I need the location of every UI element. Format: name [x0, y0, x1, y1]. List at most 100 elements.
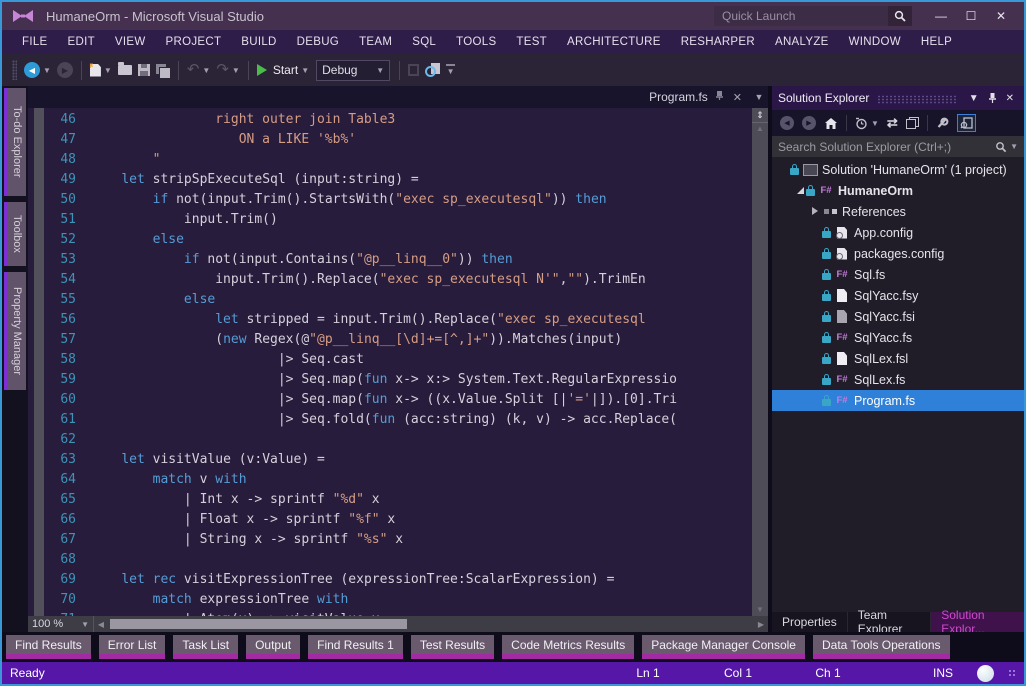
code-line-54[interactable]: 54 input.Trim().Replace("exec sp_execute…: [28, 270, 752, 290]
code-line-47[interactable]: 47 ON a LIKE '%b%': [28, 130, 752, 150]
scroll-left-icon[interactable]: ◀: [94, 620, 108, 629]
menu-project[interactable]: PROJECT: [156, 36, 232, 48]
tool-tab-to-do-explorer[interactable]: To-do Explorer: [4, 88, 26, 196]
solution-explorer-search-input[interactable]: Search Solution Explorer (Ctrl+;) ▼: [772, 136, 1024, 157]
tab-list-dropdown[interactable]: ▼: [750, 86, 768, 108]
code-line-62[interactable]: 62: [28, 430, 752, 450]
tool-tab-toolbox[interactable]: Toolbox: [4, 202, 26, 266]
vertical-scrollbar[interactable]: ⇕ ▲ ▼: [752, 108, 768, 616]
save-button[interactable]: [137, 64, 150, 76]
tree-item-references[interactable]: References: [772, 201, 1024, 222]
panel-drag-grip[interactable]: [877, 94, 957, 104]
feedback-icon[interactable]: [977, 664, 994, 682]
se-back-button[interactable]: ◀: [780, 116, 794, 130]
menu-sql[interactable]: SQL: [402, 36, 446, 48]
menu-resharper[interactable]: RESHARPER: [671, 36, 765, 48]
scroll-down-icon[interactable]: ▼: [756, 604, 764, 616]
new-file-button[interactable]: ✱ ▼: [89, 63, 112, 77]
menu-help[interactable]: HELP: [911, 36, 962, 48]
tree-item-program-fs[interactable]: Program.fs: [772, 390, 1024, 411]
panel-tab-find-results-1[interactable]: Find Results 1: [308, 635, 403, 659]
code-line-58[interactable]: 58 |> Seq.cast: [28, 350, 752, 370]
panel-tab-error-list[interactable]: Error List: [98, 635, 166, 659]
solution-configuration-select[interactable]: Debug ▼: [316, 59, 391, 81]
code-line-49[interactable]: 49 let stripSpExecuteSql (input:string) …: [28, 170, 752, 190]
code-line-53[interactable]: 53 if not(input.Contains("@p__linq__0"))…: [28, 250, 752, 270]
tool-tab-properties[interactable]: Properties: [772, 612, 848, 632]
solution-explorer-titlebar[interactable]: Solution Explorer ▼ ✕: [772, 86, 1024, 110]
code-line-56[interactable]: 56 let stripped = input.Trim().Replace("…: [28, 310, 752, 330]
collapse-all-button[interactable]: [905, 117, 919, 129]
tool-tab-solution-explor[interactable]: Solution Explor...: [931, 608, 1024, 636]
menu-build[interactable]: BUILD: [231, 36, 286, 48]
menu-architecture[interactable]: ARCHITECTURE: [557, 36, 671, 48]
code-line-46[interactable]: 46 right outer join Table3: [28, 110, 752, 130]
menu-analyze[interactable]: ANALYZE: [765, 36, 839, 48]
tree-item-humaneorm[interactable]: HumaneOrm: [772, 180, 1024, 201]
tool-tab-property-manager[interactable]: Property Manager: [4, 272, 26, 390]
code-line-55[interactable]: 55 else: [28, 290, 752, 310]
split-editor-handle[interactable]: ⇕: [752, 108, 768, 123]
code-line-57[interactable]: 57 (new Regex(@"@p__linq__[\d]+=[^,]+"))…: [28, 330, 752, 350]
menu-window[interactable]: WINDOW: [839, 36, 911, 48]
undo-button[interactable]: ↶ ▼: [187, 62, 211, 77]
preview-selected-items-toggle[interactable]: [956, 114, 976, 132]
code-area[interactable]: 46 right outer join Table3 47 ON a LIKE '…: [28, 108, 752, 616]
close-panel-icon[interactable]: ✕: [1002, 93, 1018, 104]
menu-edit[interactable]: EDIT: [58, 36, 105, 48]
tree-item-packages-config[interactable]: packages.config: [772, 243, 1024, 264]
code-line-60[interactable]: 60 |> Seq.map(fun x-> ((x.Value.Split [|…: [28, 390, 752, 410]
toolbar-grip[interactable]: [12, 60, 17, 80]
se-forward-button[interactable]: ▶: [802, 116, 816, 130]
code-line-69[interactable]: 69 let rec visitExpressionTree (expressi…: [28, 570, 752, 590]
save-all-button[interactable]: [155, 63, 171, 79]
code-line-63[interactable]: 63 let visitValue (v:Value) =: [28, 450, 752, 470]
editor-zoom-select[interactable]: 100 % ▼: [28, 616, 94, 632]
start-debug-button[interactable]: Start ▼: [256, 63, 309, 77]
open-file-button[interactable]: [117, 62, 132, 75]
menu-test[interactable]: TEST: [506, 36, 557, 48]
panel-tab-package-manager-console[interactable]: Package Manager Console: [642, 635, 805, 659]
pin-icon[interactable]: [983, 92, 1002, 104]
code-line-65[interactable]: 65 | Int x -> sprintf "%d" x: [28, 490, 752, 510]
scroll-right-icon[interactable]: ▶: [754, 620, 768, 629]
tree-item-sql-fs[interactable]: Sql.fs: [772, 264, 1024, 285]
sync-with-active-document-icon[interactable]: ⇄: [887, 116, 898, 130]
panel-tab-output[interactable]: Output: [246, 635, 301, 659]
home-button[interactable]: [824, 117, 838, 130]
code-line-50[interactable]: 50 if not(input.Trim().StartsWith("exec …: [28, 190, 752, 210]
window-position-dropdown[interactable]: ▼: [965, 93, 983, 104]
code-line-59[interactable]: 59 |> Seq.map(fun x-> x:> System.Text.Re…: [28, 370, 752, 390]
find-in-files-button[interactable]: [425, 63, 441, 77]
code-line-67[interactable]: 67 | String x -> sprintf "%s" x: [28, 530, 752, 550]
menu-debug[interactable]: DEBUG: [287, 36, 349, 48]
document-tab-program-fs[interactable]: Program.fs ✕: [649, 90, 750, 104]
resize-grip[interactable]: [1008, 669, 1016, 677]
code-line-48[interactable]: 48 ": [28, 150, 752, 170]
menu-tools[interactable]: TOOLS: [446, 36, 506, 48]
pending-changes-filter-button[interactable]: ▼: [855, 117, 879, 130]
code-line-68[interactable]: 68: [28, 550, 752, 570]
code-line-66[interactable]: 66 | Float x -> sprintf "%f" x: [28, 510, 752, 530]
hscrollbar-track[interactable]: [108, 616, 754, 632]
navigate-back-button[interactable]: ◀ ▼: [24, 62, 51, 78]
search-icon[interactable]: ▼: [995, 141, 1018, 153]
minimize-button[interactable]: —: [926, 5, 956, 27]
pin-icon[interactable]: [714, 90, 725, 104]
search-icon[interactable]: [888, 6, 912, 26]
navigate-forward-button[interactable]: ▶: [56, 62, 73, 78]
attach-to-process-button[interactable]: [408, 64, 420, 76]
code-line-52[interactable]: 52 else: [28, 230, 752, 250]
menu-file[interactable]: FILE: [12, 36, 58, 48]
panel-tab-task-list[interactable]: Task List: [173, 635, 239, 659]
tree-item-sqlyacc-fsy[interactable]: SqlYacc.fsy: [772, 285, 1024, 306]
code-line-51[interactable]: 51 input.Trim(): [28, 210, 752, 230]
panel-tab-data-tools-operations[interactable]: Data Tools Operations: [812, 635, 950, 659]
tree-item-sqlyacc-fs[interactable]: SqlYacc.fs: [772, 327, 1024, 348]
code-line-61[interactable]: 61 |> Seq.fold(fun (acc:string) (k, v) -…: [28, 410, 752, 430]
maximize-button[interactable]: ☐: [956, 5, 986, 27]
collapsed-expander-icon[interactable]: [808, 205, 822, 218]
tool-tab-team-explorer[interactable]: Team Explorer: [848, 608, 932, 636]
menu-view[interactable]: VIEW: [105, 36, 156, 48]
expanded-expander-icon[interactable]: [792, 184, 806, 197]
